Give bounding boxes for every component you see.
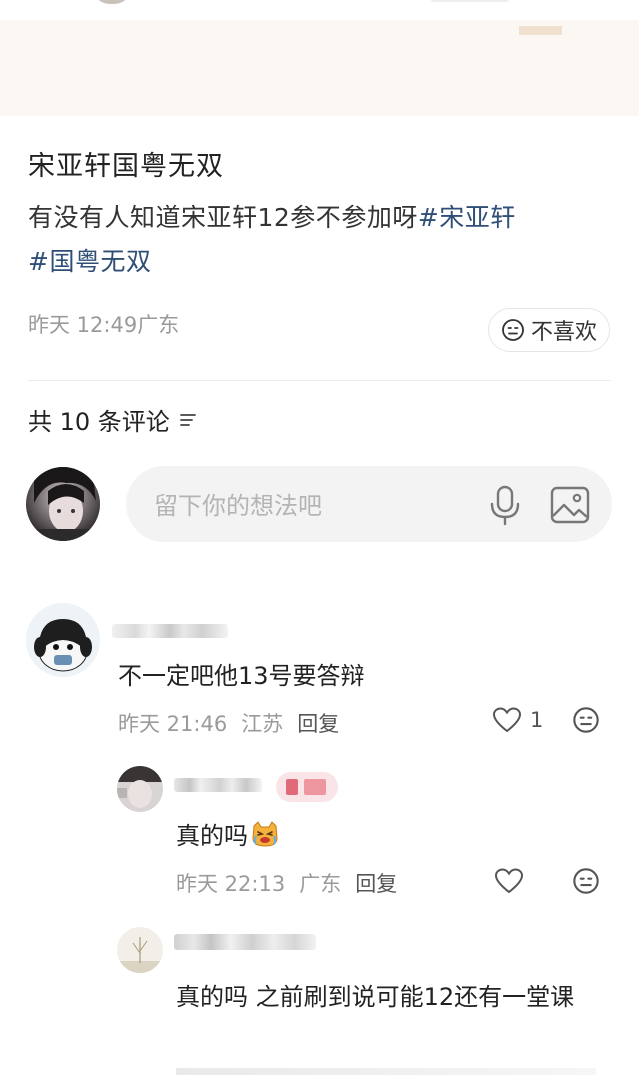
meh-face-icon[interactable] [572,706,600,734]
comment-time: 昨天 21:46 [118,712,228,736]
post-body-text: 有没有人知道宋亚轩12参不参加呀 [28,203,418,232]
comment-text: 真的吗 [176,822,248,850]
comment-location: 广东 [299,872,342,896]
hashtag-link[interactable]: #宋亚轩 [418,203,516,232]
post-meta: 昨天 12:49广东 [28,313,180,337]
avatar[interactable] [117,766,163,812]
heart-icon [492,707,522,733]
user-badge-inner [286,779,298,795]
comment-count-row: 共 10 条评论 [28,402,198,437]
post-title: 宋亚轩国粤无双 [28,151,224,182]
comment-text: 不一定吧他13号要答辩 [118,662,365,690]
sort-lines-icon[interactable] [178,410,198,430]
cat-crying-emoji [252,820,278,847]
comment-text-row: 真的吗 [176,816,280,851]
comment-time: 昨天 22:13 [176,872,286,896]
username-blurred[interactable] [112,624,228,638]
comment-text: 真的吗 之前刷到说可能12还有一堂课 [176,983,575,1011]
image-indicator [519,26,562,35]
microphone-icon[interactable] [486,484,524,526]
top-bar-blur [430,0,510,2]
comment-count: 共 10 条评论 [28,408,170,436]
divider [28,380,611,381]
avatar[interactable] [26,467,100,541]
meh-face-icon [502,319,524,341]
reply-button[interactable]: 回复 [355,868,397,898]
username-blurred[interactable] [174,934,316,950]
comment-meta: 昨天 22:13 广东 回复 [176,868,397,898]
meh-face-icon[interactable] [572,867,600,895]
reply-button[interactable]: 回复 [297,708,339,738]
avatar[interactable] [26,603,100,677]
dislike-label: 不喜欢 [530,320,597,345]
like-button[interactable]: 1 [492,706,543,734]
dislike-button[interactable]: 不喜欢 [488,308,610,352]
username-blurred[interactable] [174,778,262,792]
comment-location: 江苏 [241,712,284,736]
comment-meta: 昨天 21:46 江苏 回复 [118,708,339,738]
image-icon[interactable] [548,484,592,526]
comment-input-placeholder: 留下你的想法吧 [154,492,322,520]
avatar[interactable] [117,927,163,973]
user-badge-inner [304,779,326,795]
comment-meta-peek [176,1068,596,1075]
top-bar [0,0,639,20]
heart-icon[interactable] [494,867,524,895]
post-body: 有没有人知道宋亚轩12参不参加呀#宋亚轩 #国粤无双 [28,196,618,284]
hashtag-link[interactable]: #国粤无双 [28,247,151,276]
like-count: 1 [530,708,544,732]
